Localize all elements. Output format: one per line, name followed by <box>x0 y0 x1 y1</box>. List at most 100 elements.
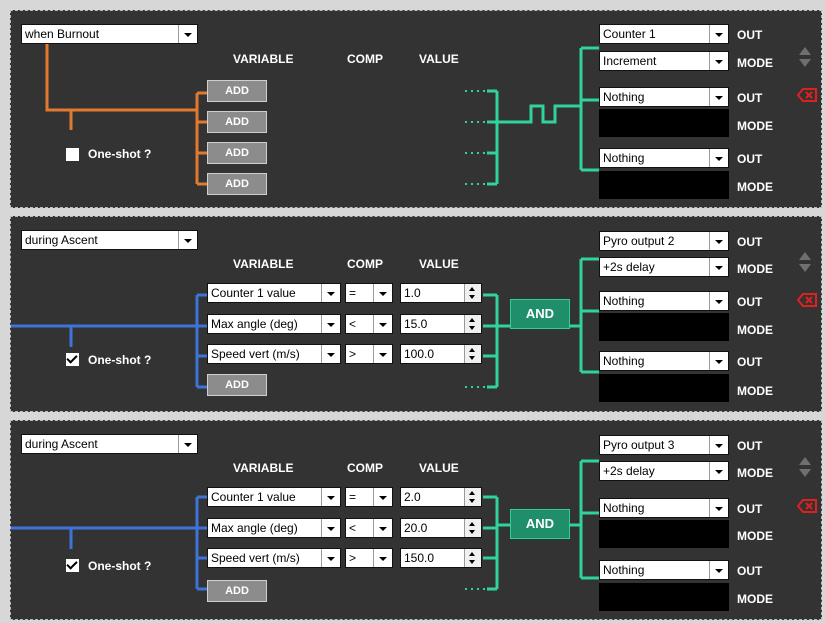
comp-value: > <box>349 347 357 361</box>
chevron-down-icon[interactable] <box>321 284 340 302</box>
oneshot-checkbox[interactable] <box>66 353 79 366</box>
chevron-down-icon[interactable] <box>373 315 392 333</box>
output-dropdown[interactable]: Nothing <box>599 148 729 168</box>
chevron-down-icon[interactable] <box>709 499 728 517</box>
chevron-down-icon[interactable] <box>321 345 340 363</box>
triangle-up-icon[interactable] <box>799 457 811 465</box>
comp-dropdown[interactable]: = <box>345 487 393 507</box>
mode-dropdown-empty[interactable] <box>599 374 729 402</box>
chevron-down-icon[interactable] <box>373 488 392 506</box>
variable-dropdown[interactable]: Counter 1 value <box>207 487 341 507</box>
chevron-down-icon[interactable] <box>709 25 728 43</box>
chevron-down-icon[interactable] <box>178 25 197 43</box>
output-dropdown[interactable]: Counter 1 <box>599 24 729 44</box>
spinner-arrows-icon[interactable] <box>464 549 481 567</box>
add-condition-button[interactable]: ADD <box>207 80 267 102</box>
chevron-down-icon[interactable] <box>709 462 728 480</box>
variable-dropdown[interactable]: Max angle (deg) <box>207 314 341 334</box>
chevron-down-icon[interactable] <box>373 549 392 567</box>
output-dropdown[interactable]: Nothing <box>599 87 729 107</box>
chevron-down-icon[interactable] <box>321 519 340 537</box>
trigger-dropdown[interactable]: during Ascent <box>21 230 198 250</box>
comp-dropdown[interactable]: < <box>345 518 393 538</box>
value-stepper[interactable]: 100.0 <box>400 344 482 364</box>
chevron-down-icon[interactable] <box>709 88 728 106</box>
and-gate-button[interactable]: AND <box>510 509 570 539</box>
triangle-down-icon[interactable] <box>799 59 811 67</box>
comp-dropdown[interactable]: < <box>345 314 393 334</box>
chevron-down-icon[interactable] <box>178 435 197 453</box>
oneshot-checkbox[interactable] <box>66 148 79 161</box>
spinner-arrows-icon[interactable] <box>464 488 481 506</box>
mode-dropdown-empty[interactable] <box>599 583 729 611</box>
chevron-down-icon[interactable] <box>709 436 728 454</box>
spinner-arrows-icon[interactable] <box>464 345 481 363</box>
add-condition-button[interactable]: ADD <box>207 111 267 133</box>
mode-dropdown[interactable]: Increment <box>599 51 729 71</box>
mode-dropdown-empty[interactable] <box>599 171 729 199</box>
chevron-down-icon[interactable] <box>709 292 728 310</box>
add-condition-button[interactable]: ADD <box>207 173 267 195</box>
triangle-down-icon[interactable] <box>799 264 811 272</box>
chevron-down-icon[interactable] <box>709 149 728 167</box>
backspace-x-icon[interactable] <box>797 293 817 307</box>
reorder-controls[interactable] <box>799 47 813 67</box>
chevron-down-icon[interactable] <box>709 352 728 370</box>
trigger-dropdown[interactable]: when Burnout <box>21 24 198 44</box>
output-dropdown[interactable]: Pyro output 3 <box>599 435 729 455</box>
comp-value: < <box>349 317 357 331</box>
variable-dropdown[interactable]: Max angle (deg) <box>207 518 341 538</box>
value-stepper[interactable]: 1.0 <box>400 283 482 303</box>
mode-dropdown[interactable]: +2s delay <box>599 461 729 481</box>
output-dropdown[interactable]: Pyro output 2 <box>599 231 729 251</box>
chevron-down-icon[interactable] <box>321 549 340 567</box>
add-condition-button[interactable]: ADD <box>207 142 267 164</box>
variable-dropdown[interactable]: Speed vert (m/s) <box>207 344 341 364</box>
backspace-x-icon[interactable] <box>797 499 817 513</box>
out-label: OUT <box>737 502 763 516</box>
chevron-down-icon[interactable] <box>373 284 392 302</box>
output-dropdown[interactable]: Nothing <box>599 498 729 518</box>
value-stepper[interactable]: 15.0 <box>400 314 482 334</box>
variable-dropdown[interactable]: Speed vert (m/s) <box>207 548 341 568</box>
mode-dropdown[interactable]: +2s delay <box>599 257 729 277</box>
chevron-down-icon[interactable] <box>709 258 728 276</box>
add-condition-button[interactable]: ADD <box>207 580 267 602</box>
mode-dropdown-empty[interactable] <box>599 109 729 137</box>
spinner-arrows-icon[interactable] <box>464 315 481 333</box>
value-stepper[interactable]: 20.0 <box>400 518 482 538</box>
reorder-controls[interactable] <box>799 457 813 477</box>
value-stepper[interactable]: 150.0 <box>400 548 482 568</box>
value-stepper[interactable]: 2.0 <box>400 487 482 507</box>
oneshot-checkbox[interactable] <box>66 559 79 572</box>
and-gate-button[interactable]: AND <box>510 299 570 329</box>
reorder-controls[interactable] <box>799 252 813 272</box>
chevron-down-icon[interactable] <box>373 345 392 363</box>
add-condition-button[interactable]: ADD <box>207 374 267 396</box>
comp-dropdown[interactable]: > <box>345 548 393 568</box>
triangle-down-icon[interactable] <box>799 469 811 477</box>
output-dropdown[interactable]: Nothing <box>599 351 729 371</box>
chevron-down-icon[interactable] <box>709 52 728 70</box>
comp-dropdown[interactable]: > <box>345 344 393 364</box>
backspace-x-icon[interactable] <box>797 88 817 102</box>
chevron-down-icon[interactable] <box>178 231 197 249</box>
chevron-down-icon[interactable] <box>321 488 340 506</box>
spinner-arrows-icon[interactable] <box>464 284 481 302</box>
chevron-down-icon[interactable] <box>373 519 392 537</box>
trigger-dropdown[interactable]: during Ascent <box>21 434 198 454</box>
mode-dropdown-empty[interactable] <box>599 313 729 341</box>
mode-dropdown-empty[interactable] <box>599 520 729 548</box>
header-value: VALUE <box>419 52 459 66</box>
chevron-down-icon[interactable] <box>709 561 728 579</box>
chevron-down-icon[interactable] <box>709 232 728 250</box>
output-dropdown[interactable]: Nothing <box>599 291 729 311</box>
variable-dropdown[interactable]: Counter 1 value <box>207 283 341 303</box>
spinner-arrows-icon[interactable] <box>464 519 481 537</box>
comp-dropdown[interactable]: = <box>345 283 393 303</box>
mode-value: Increment <box>603 54 657 68</box>
triangle-up-icon[interactable] <box>799 252 811 260</box>
chevron-down-icon[interactable] <box>321 315 340 333</box>
triangle-up-icon[interactable] <box>799 47 811 55</box>
output-dropdown[interactable]: Nothing <box>599 560 729 580</box>
